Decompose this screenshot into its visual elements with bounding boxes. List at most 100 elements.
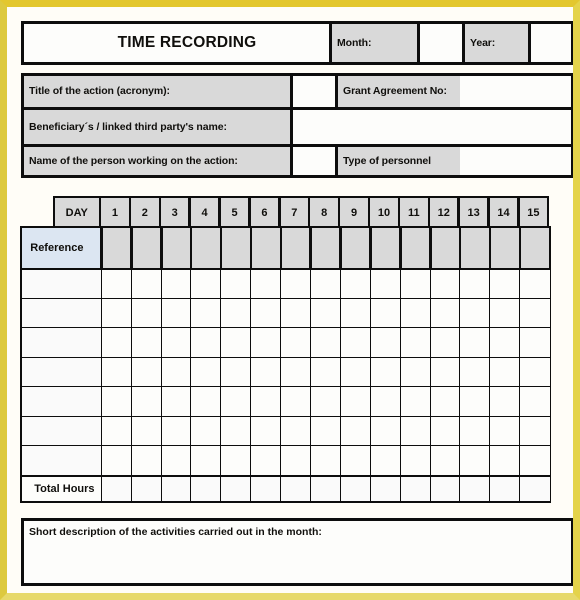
hours-cell[interactable] <box>489 268 521 300</box>
hours-cell[interactable] <box>369 445 402 477</box>
hours-cell[interactable] <box>399 415 432 447</box>
hours-cell[interactable] <box>459 386 491 418</box>
hours-cell[interactable] <box>399 297 432 329</box>
hours-cell[interactable] <box>250 445 282 477</box>
activities-description-block[interactable]: Short description of the activities carr… <box>21 518 573 586</box>
hours-cell[interactable] <box>399 386 432 418</box>
hours-cell[interactable] <box>339 386 372 418</box>
hours-cell[interactable] <box>220 327 252 359</box>
hours-cell[interactable] <box>399 445 432 477</box>
hours-cell[interactable] <box>459 445 491 477</box>
hours-cell[interactable] <box>519 445 551 477</box>
hours-cell[interactable] <box>339 297 372 329</box>
hours-cell[interactable] <box>160 445 192 477</box>
row-reference-cell[interactable] <box>20 356 103 388</box>
hours-cell[interactable] <box>220 386 252 418</box>
hours-cell[interactable] <box>309 356 342 388</box>
hours-cell[interactable] <box>519 327 551 359</box>
hours-cell[interactable] <box>309 445 342 477</box>
hours-cell[interactable] <box>160 327 192 359</box>
hours-cell[interactable] <box>339 327 372 359</box>
hours-cell[interactable] <box>459 268 491 300</box>
hours-cell[interactable] <box>489 445 521 477</box>
row-reference-cell[interactable] <box>20 415 103 447</box>
hours-cell[interactable] <box>489 386 521 418</box>
hours-cell[interactable] <box>220 415 252 447</box>
hours-cell[interactable] <box>369 356 402 388</box>
hours-cell[interactable] <box>339 445 372 477</box>
beneficiary-name-input[interactable] <box>290 106 571 145</box>
hours-cell[interactable] <box>369 415 402 447</box>
hours-cell[interactable] <box>160 415 192 447</box>
hours-cell[interactable] <box>339 356 372 388</box>
hours-cell[interactable] <box>519 268 551 300</box>
hours-cell[interactable] <box>100 268 133 300</box>
total-hours-cell[interactable] <box>280 474 312 504</box>
hours-cell[interactable] <box>339 268 372 300</box>
hours-cell[interactable] <box>160 386 192 418</box>
total-hours-cell[interactable] <box>339 474 372 504</box>
hours-cell[interactable] <box>190 445 222 477</box>
hours-cell[interactable] <box>130 327 163 359</box>
hours-cell[interactable] <box>429 415 461 447</box>
hours-cell[interactable] <box>459 297 491 329</box>
year-input[interactable] <box>528 24 571 62</box>
hours-cell[interactable] <box>250 327 282 359</box>
row-reference-cell[interactable] <box>20 327 103 359</box>
hours-cell[interactable] <box>130 415 163 447</box>
hours-cell[interactable] <box>429 297 461 329</box>
hours-cell[interactable] <box>280 445 312 477</box>
total-hours-cell[interactable] <box>369 474 402 504</box>
hours-cell[interactable] <box>429 445 461 477</box>
hours-cell[interactable] <box>489 327 521 359</box>
hours-cell[interactable] <box>220 268 252 300</box>
row-reference-cell[interactable] <box>20 297 103 329</box>
hours-cell[interactable] <box>280 297 312 329</box>
hours-cell[interactable] <box>190 356 222 388</box>
hours-cell[interactable] <box>160 297 192 329</box>
total-hours-cell[interactable] <box>519 474 551 504</box>
hours-cell[interactable] <box>489 356 521 388</box>
hours-cell[interactable] <box>190 268 222 300</box>
hours-cell[interactable] <box>309 297 342 329</box>
hours-cell[interactable] <box>399 268 432 300</box>
hours-cell[interactable] <box>100 415 133 447</box>
hours-cell[interactable] <box>309 268 342 300</box>
total-hours-cell[interactable] <box>130 474 163 504</box>
hours-cell[interactable] <box>309 415 342 447</box>
hours-cell[interactable] <box>369 327 402 359</box>
hours-cell[interactable] <box>280 268 312 300</box>
total-hours-cell[interactable] <box>220 474 252 504</box>
hours-cell[interactable] <box>519 386 551 418</box>
total-hours-cell[interactable] <box>160 474 192 504</box>
hours-cell[interactable] <box>100 445 133 477</box>
month-input[interactable] <box>417 24 462 62</box>
hours-cell[interactable] <box>429 268 461 300</box>
hours-cell[interactable] <box>399 327 432 359</box>
person-name-input[interactable] <box>290 144 335 175</box>
hours-cell[interactable] <box>220 445 252 477</box>
hours-cell[interactable] <box>250 297 282 329</box>
hours-cell[interactable] <box>399 356 432 388</box>
hours-cell[interactable] <box>190 297 222 329</box>
hours-cell[interactable] <box>519 297 551 329</box>
total-hours-cell[interactable] <box>100 474 133 504</box>
hours-cell[interactable] <box>220 297 252 329</box>
total-hours-cell[interactable] <box>429 474 461 504</box>
hours-cell[interactable] <box>250 386 282 418</box>
hours-cell[interactable] <box>130 297 163 329</box>
hours-cell[interactable] <box>100 356 133 388</box>
hours-cell[interactable] <box>429 356 461 388</box>
hours-cell[interactable] <box>280 415 312 447</box>
hours-cell[interactable] <box>309 386 342 418</box>
hours-cell[interactable] <box>459 415 491 447</box>
total-hours-cell[interactable] <box>190 474 222 504</box>
row-reference-cell[interactable] <box>20 445 103 477</box>
hours-cell[interactable] <box>130 356 163 388</box>
hours-cell[interactable] <box>100 386 133 418</box>
hours-cell[interactable] <box>100 327 133 359</box>
hours-cell[interactable] <box>220 356 252 388</box>
hours-cell[interactable] <box>369 386 402 418</box>
hours-cell[interactable] <box>250 268 282 300</box>
hours-cell[interactable] <box>459 327 491 359</box>
